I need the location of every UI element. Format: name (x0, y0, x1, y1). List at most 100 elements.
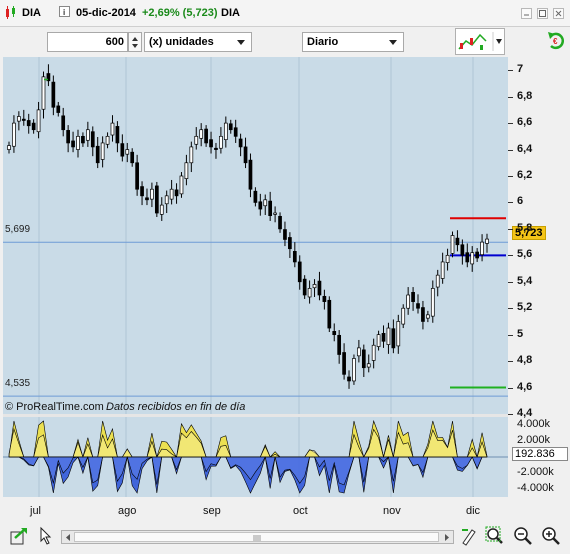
maximize-icon[interactable] (537, 8, 548, 19)
export-icon[interactable] (9, 526, 29, 546)
candle (416, 294, 420, 314)
quantity-stepper[interactable] (128, 32, 142, 52)
candle (46, 64, 51, 87)
candle-body (56, 105, 61, 113)
candle-body (164, 195, 169, 205)
volume-indicator-chart[interactable] (3, 417, 508, 497)
candle-body (283, 229, 287, 240)
candlestick-app-icon (5, 6, 17, 19)
draw-tool-icon[interactable] (460, 526, 478, 546)
candle (288, 232, 292, 258)
price-tick-label: 5,6 (517, 248, 533, 261)
candle-body (332, 331, 337, 336)
chevron-left-icon[interactable] (64, 533, 72, 545)
candle-body (357, 347, 361, 357)
candle (450, 231, 455, 258)
candle (219, 127, 223, 154)
candle (189, 141, 194, 173)
close-icon[interactable] (553, 8, 564, 19)
candle (26, 113, 31, 134)
price-tick-mark (508, 202, 513, 204)
candle (352, 354, 356, 385)
candle-body (460, 244, 465, 256)
candle (209, 131, 213, 154)
candle-body (278, 215, 282, 230)
candle-body (150, 188, 154, 200)
candle (194, 127, 199, 150)
chart-type-button[interactable] (455, 28, 505, 55)
candle (17, 111, 21, 131)
chevron-right-icon[interactable] (443, 533, 451, 545)
candle-body (100, 142, 105, 160)
candle-body (21, 118, 26, 121)
candle-body (41, 76, 46, 110)
svg-text:€: € (553, 37, 558, 46)
candle-body (327, 299, 332, 329)
price-tick-mark (508, 414, 513, 415)
candle-body (145, 197, 149, 201)
candle-body (347, 376, 351, 382)
candle (140, 181, 144, 206)
indicator-tick-label: -2.000k (517, 466, 554, 478)
info-icon[interactable]: i (59, 6, 70, 17)
candle-body (386, 327, 391, 345)
candle-body (214, 147, 218, 150)
candle (391, 319, 396, 354)
candle-body (189, 146, 194, 164)
candle-body (125, 149, 130, 155)
scrollbar-thumb[interactable] (74, 532, 439, 542)
candle (110, 115, 115, 142)
candle (347, 370, 351, 389)
candle (248, 153, 253, 198)
candle (342, 343, 346, 380)
candle (292, 242, 297, 268)
candle (76, 129, 80, 158)
price-chart[interactable]: 5,699 4,535 © ProRealTime.com Datos reci… (3, 57, 508, 414)
price-tick-mark (508, 149, 513, 151)
candle (376, 330, 381, 351)
chart-style-icon (458, 32, 502, 51)
indicator-tick-label: 4.000k (517, 418, 551, 430)
candle-body (297, 261, 302, 283)
candle-body (445, 254, 450, 263)
candle-body (440, 261, 445, 279)
candle-body (273, 212, 277, 215)
candle-body (169, 188, 174, 200)
candle (66, 125, 70, 153)
candle-body (51, 81, 56, 108)
candle-body (312, 284, 317, 289)
candle (386, 322, 391, 354)
refresh-icon[interactable]: € (546, 29, 566, 53)
quantity-input[interactable]: 600 (47, 32, 128, 52)
candle-body (411, 292, 415, 302)
watermark-note: Datos recibidos en fin de día (106, 401, 246, 413)
period-select[interactable]: Diario (302, 32, 404, 52)
candle-body (228, 123, 233, 131)
cursor-icon[interactable] (38, 526, 54, 546)
zoom-in-icon[interactable] (541, 526, 561, 546)
candle (445, 248, 450, 271)
candle-body (317, 280, 322, 296)
candle (312, 279, 317, 297)
candle-body (194, 135, 199, 145)
candle-body (455, 237, 460, 246)
indicator-tick-label: 2.000k (517, 434, 551, 446)
candle (145, 188, 149, 206)
minimize-icon[interactable] (521, 8, 532, 19)
candle (332, 323, 337, 342)
candle (322, 289, 327, 310)
zoom-out-icon[interactable] (513, 526, 533, 546)
horizontal-scrollbar[interactable] (61, 530, 454, 544)
units-select[interactable]: (x) unidades (144, 32, 252, 52)
candle (169, 179, 174, 205)
symbol-label: DIA (22, 7, 41, 19)
candle-body (66, 130, 70, 144)
indicator-value-badge: 192.836 (512, 447, 568, 461)
candle (238, 133, 243, 157)
toolbar: 600 (x) unidades Diario € (0, 27, 570, 57)
candle-body (95, 145, 100, 164)
candle-body (209, 139, 213, 148)
candle (130, 148, 135, 167)
candle-body (322, 295, 327, 302)
zoom-fit-icon[interactable] (485, 526, 505, 546)
